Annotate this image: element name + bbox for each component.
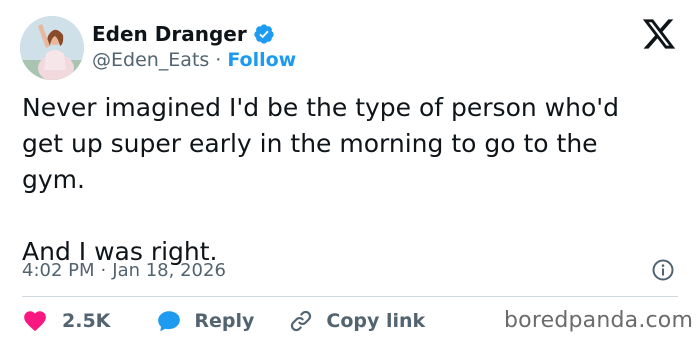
tweet-time: 4:02 PM: [22, 259, 95, 281]
copy-link-button[interactable]: Copy link: [288, 308, 425, 334]
watermark: boredpanda.com: [504, 308, 694, 333]
tweet-actions: 2.5K Reply Copy link: [22, 306, 425, 336]
tweet-card: Eden Dranger @Eden_Eats · Follow Never i…: [0, 0, 700, 348]
reply-label: Reply: [194, 310, 255, 332]
x-logo-icon[interactable]: [641, 16, 677, 52]
avatar[interactable]: [20, 16, 84, 80]
chat-bubble-icon: [158, 311, 181, 332]
tweet-date: Jan 18, 2026: [112, 259, 226, 281]
like-count: 2.5K: [62, 310, 111, 332]
timestamp-separator: ·: [100, 259, 107, 281]
handle-separator: ·: [215, 49, 222, 71]
tweet-text: Never imagined I'd be the type of person…: [22, 93, 619, 266]
avatar-image: [20, 16, 84, 80]
reply-button[interactable]: Reply: [156, 308, 254, 334]
info-icon[interactable]: [651, 258, 675, 282]
copy-link-label: Copy link: [326, 310, 426, 332]
like-button[interactable]: 2.5K: [22, 308, 110, 334]
author-handle-row: @Eden_Eats · Follow: [92, 47, 296, 73]
verified-badge-icon: [253, 23, 275, 45]
author-display-name[interactable]: Eden Dranger: [92, 22, 247, 46]
follow-button[interactable]: Follow: [227, 49, 296, 71]
link-icon: [291, 310, 312, 332]
divider: [22, 296, 678, 297]
tweet-timestamp[interactable]: 4:02 PM · Jan 18, 2026: [22, 256, 226, 284]
heart-icon: [24, 311, 46, 332]
author-handle[interactable]: @Eden_Eats: [92, 49, 209, 71]
author-name-row: Eden Dranger: [92, 20, 275, 48]
